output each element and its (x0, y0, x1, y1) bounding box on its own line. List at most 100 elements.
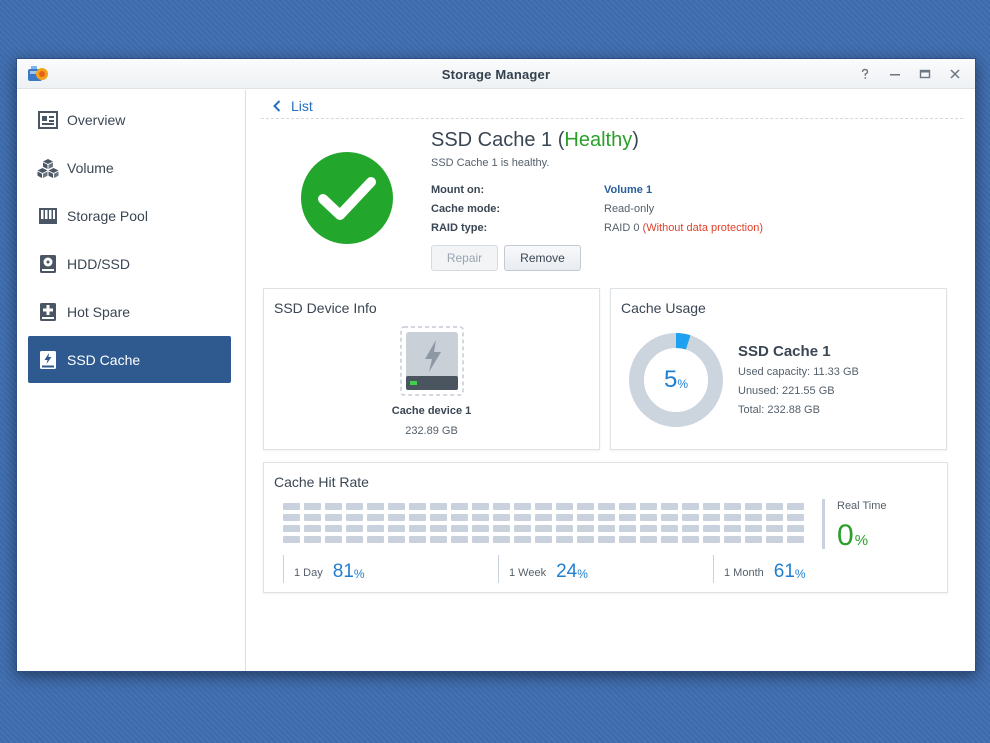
sidebar-item-label: Overview (67, 111, 126, 128)
hit-rate-grid-cell (283, 514, 300, 521)
hit-rate-grid-cell (451, 503, 468, 510)
hit-rate-grid-cell (640, 536, 657, 543)
stat-value: 81 (332, 561, 354, 582)
help-icon[interactable] (855, 65, 875, 83)
hit-rate-grid-cell (283, 503, 300, 510)
used-capacity: Used capacity: 11.33 GB (738, 366, 859, 378)
hit-rate-grid-cell (493, 525, 510, 532)
divider (261, 118, 963, 119)
hit-rate-grid-cell (724, 536, 741, 543)
hit-rate-grid-cell (787, 536, 804, 543)
hit-rate-grid-cell (598, 536, 615, 543)
hit-rate-grid-cell (409, 514, 426, 521)
hit-rate-grid-cell (682, 536, 699, 543)
hit-rate-grid-cell (409, 503, 426, 510)
hit-rate-grid-cell (514, 525, 531, 532)
stat-percent-sign: % (577, 567, 588, 581)
panel-title: Cache Usage (621, 300, 706, 316)
hit-rate-grid-cell (451, 536, 468, 543)
stat-value: 61 (773, 561, 795, 582)
hit-rate-grid-cell (388, 503, 405, 510)
cache-hit-rate-panel: Cache Hit Rate Real Time 0% 1 Day 81% 1 … (263, 462, 948, 593)
hit-rate-grid-cell (598, 503, 615, 510)
hit-rate-grid-cell (346, 503, 363, 510)
hit-rate-grid-cell (304, 503, 321, 510)
cache-mode-value: Read-only (604, 203, 655, 215)
hit-rate-grid-cell (325, 503, 342, 510)
maximize-icon[interactable] (915, 65, 935, 83)
hit-rate-grid-cell (367, 525, 384, 532)
hit-rate-grid-cell (661, 536, 678, 543)
hit-rate-grid-cell (430, 525, 447, 532)
hit-rate-grid-cell (388, 525, 405, 532)
storage-manager-window: Storage Manager Overview Volume Storage … (16, 58, 976, 672)
stat-1-week: 1 Week 24% (498, 555, 588, 583)
device-name: Cache device 1 (391, 405, 472, 417)
hit-rate-grid-cell (766, 536, 783, 543)
stat-1-day: 1 Day 81% (283, 555, 365, 583)
hit-rate-grid-cell (493, 503, 510, 510)
repair-button[interactable]: Repair (431, 245, 498, 271)
remove-button[interactable]: Remove (504, 245, 581, 271)
hit-rate-grid-cell (556, 514, 573, 521)
page-title: SSD Cache 1 (Healthy) (431, 129, 639, 152)
hit-rate-grid-cell (682, 525, 699, 532)
hit-rate-grid-cell (472, 514, 489, 521)
sidebar-item-label: Volume (67, 159, 114, 176)
back-to-list-link[interactable]: List (273, 98, 313, 114)
hit-rate-grid-cell (619, 536, 636, 543)
stat-label: 1 Week (509, 567, 547, 579)
title-bar[interactable]: Storage Manager (17, 59, 975, 89)
hit-rate-grid-cell (682, 514, 699, 521)
sidebar-item-hot-spare[interactable]: Hot Spare (28, 288, 231, 335)
sidebar-item-volume[interactable]: Volume (28, 144, 231, 191)
panel-title: SSD Device Info (274, 300, 377, 316)
storage-pool-icon (37, 205, 59, 227)
healthy-check-icon (301, 152, 393, 244)
hit-rate-grid-cell (703, 503, 720, 510)
hit-rate-grid-cell (283, 525, 300, 532)
hit-rate-grid-cell (451, 525, 468, 532)
stat-value: 24 (556, 561, 578, 582)
hit-rate-grid-cell (346, 514, 363, 521)
hit-rate-grid-cell (577, 536, 594, 543)
ssd-device-icon[interactable] (400, 326, 464, 396)
sidebar-item-storage-pool[interactable]: Storage Pool (28, 192, 231, 239)
status-text: Healthy (564, 129, 633, 151)
panel-title: Cache Hit Rate (274, 474, 369, 490)
hot-spare-icon (37, 301, 59, 323)
hit-rate-grid-cell (619, 525, 636, 532)
status-description: SSD Cache 1 is healthy. (431, 157, 550, 169)
hit-rate-grid-cell (703, 525, 720, 532)
hit-rate-grid-cell (367, 514, 384, 521)
sidebar-item-overview[interactable]: Overview (28, 96, 231, 143)
hit-rate-grid-cell (535, 525, 552, 532)
hit-rate-grid-cell (409, 536, 426, 543)
hit-rate-grid-cell (766, 525, 783, 532)
stat-1-month: 1 Month 61% (713, 555, 806, 583)
realtime-value: 0% (837, 519, 868, 553)
hit-rate-grid-cell (577, 525, 594, 532)
hit-rate-grid-cell (787, 503, 804, 510)
cache-usage-panel: Cache Usage 5% SSD Cache 1 Used capacity… (610, 288, 947, 450)
hit-rate-grid-cell (451, 514, 468, 521)
hit-rate-grid-cell (430, 503, 447, 510)
hit-rate-grid-cell (724, 525, 741, 532)
hit-rate-grid-cell (472, 503, 489, 510)
sidebar-item-hdd-ssd[interactable]: HDD/SSD (28, 240, 231, 287)
stat-percent-sign: % (794, 567, 806, 581)
realtime-number: 0 (837, 519, 854, 552)
minimize-icon[interactable] (885, 65, 905, 83)
sidebar-item-ssd-cache[interactable]: SSD Cache (28, 336, 231, 383)
sidebar-item-label: Storage Pool (67, 207, 148, 224)
hit-rate-grid-cell (472, 525, 489, 532)
hit-rate-grid-cell (346, 536, 363, 543)
sidebar-item-label: HDD/SSD (67, 255, 131, 272)
sidebar-item-label: Hot Spare (67, 303, 131, 320)
hit-rate-grid-cell (304, 536, 321, 543)
hit-rate-grid-cell (409, 525, 426, 532)
usage-percent: 5% (629, 333, 723, 427)
hit-rate-grid-cell (325, 536, 342, 543)
close-icon[interactable] (945, 65, 965, 83)
mount-on-value[interactable]: Volume 1 (604, 184, 652, 196)
